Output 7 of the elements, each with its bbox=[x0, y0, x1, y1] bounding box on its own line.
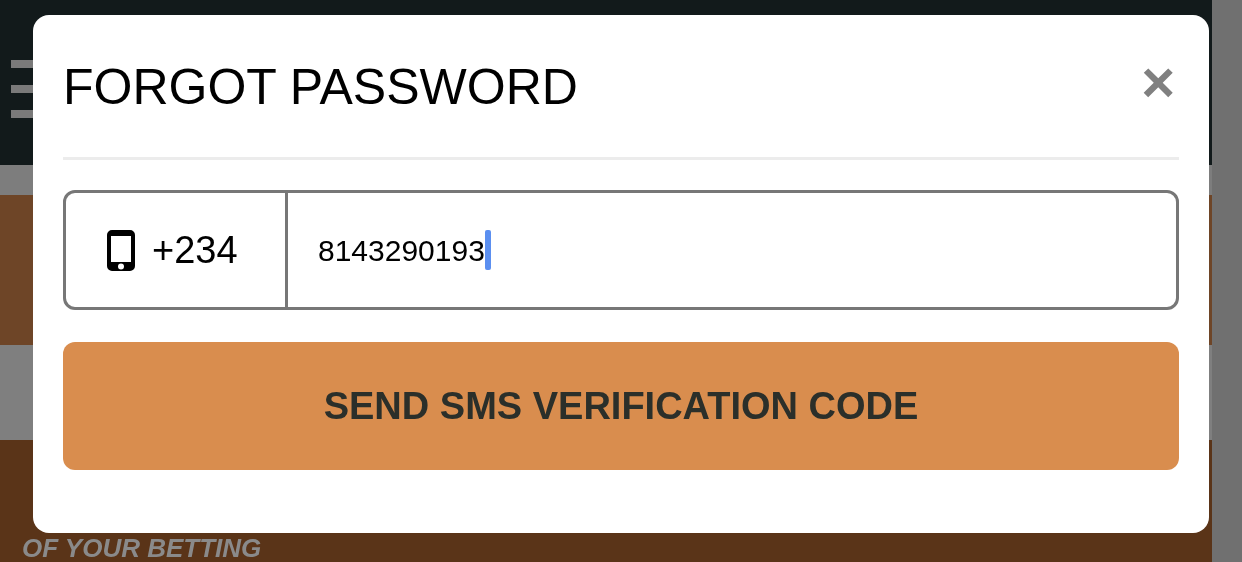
close-button[interactable]: × bbox=[1141, 53, 1175, 111]
dialog-title: FORGOT PASSWORD bbox=[63, 62, 578, 112]
country-code[interactable]: +234 bbox=[152, 221, 238, 279]
send-code-button[interactable]: SEND SMS VERIFICATION CODE bbox=[63, 342, 1179, 470]
headline-text: OF YOUR BETTING bbox=[22, 534, 262, 562]
phone-field[interactable]: +234 8143290193 bbox=[63, 190, 1179, 310]
phone-number-text: 8143290193 bbox=[318, 232, 485, 269]
